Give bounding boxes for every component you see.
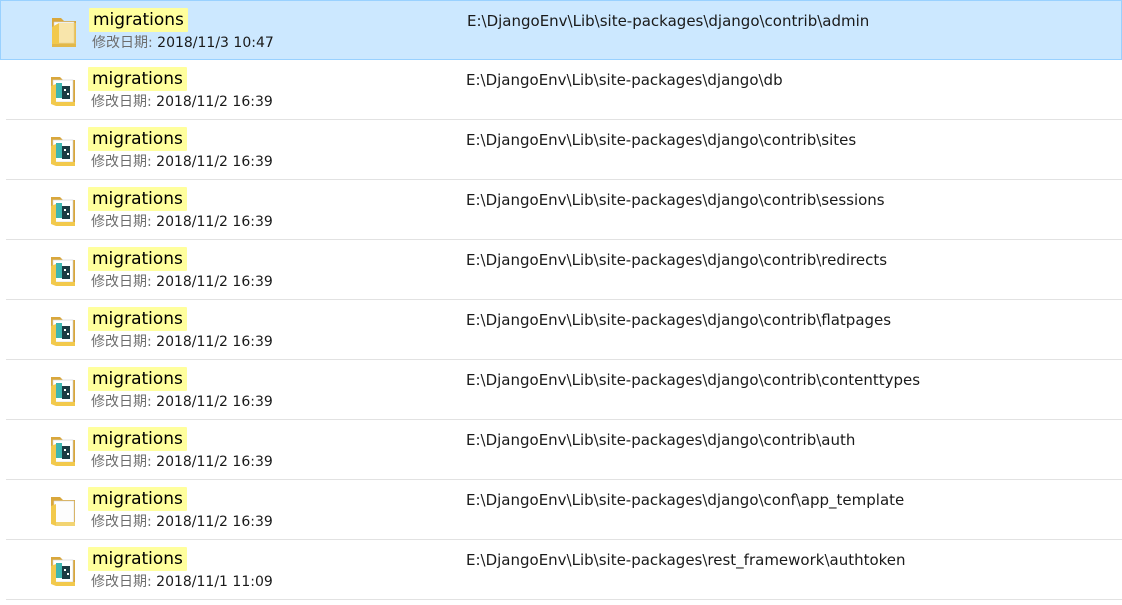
modified-date-label: 修改日期: bbox=[91, 94, 152, 110]
result-row[interactable]: migrations 修改日期: 2018/11/2 16:39 E:\Djan… bbox=[0, 420, 1122, 480]
modified-date-value: 2018/11/2 16:39 bbox=[156, 154, 273, 170]
modified-date: 修改日期: 2018/11/2 16:39 bbox=[91, 393, 273, 411]
result-row[interactable]: migrations 修改日期: 2018/11/2 16:39 E:\Djan… bbox=[0, 240, 1122, 300]
modified-date-value: 2018/11/2 16:39 bbox=[156, 94, 273, 110]
modified-date-value: 2018/11/2 16:39 bbox=[156, 454, 273, 470]
result-path: E:\DjangoEnv\Lib\site-packages\django\co… bbox=[466, 131, 857, 149]
modified-date: 修改日期: 2018/11/1 11:09 bbox=[91, 573, 273, 591]
modified-date-label: 修改日期: bbox=[91, 214, 152, 230]
result-path: E:\DjangoEnv\Lib\site-packages\django\co… bbox=[466, 251, 888, 269]
modified-date-label: 修改日期: bbox=[92, 35, 153, 51]
result-path: E:\DjangoEnv\Lib\site-packages\django\co… bbox=[466, 491, 905, 509]
result-row[interactable]: migrations 修改日期: 2018/11/2 16:39 E:\Djan… bbox=[0, 120, 1122, 180]
result-path: E:\DjangoEnv\Lib\site-packages\django\db bbox=[466, 71, 783, 89]
result-name: migrations bbox=[89, 8, 188, 32]
modified-date-label: 修改日期: bbox=[91, 454, 152, 470]
modified-date: 修改日期: 2018/11/2 16:39 bbox=[91, 453, 273, 471]
result-name: migrations bbox=[88, 487, 187, 511]
modified-date-value: 2018/11/2 16:39 bbox=[156, 274, 273, 290]
result-row[interactable]: migrations 修改日期: 2018/11/3 10:47 E:\Djan… bbox=[0, 0, 1122, 60]
modified-date-value: 2018/11/2 16:39 bbox=[156, 334, 273, 350]
result-row[interactable]: migrations 修改日期: 2018/11/2 16:39 E:\Djan… bbox=[0, 60, 1122, 120]
result-name: migrations bbox=[88, 427, 187, 451]
result-name: migrations bbox=[88, 247, 187, 271]
folder-python-icon bbox=[48, 552, 78, 588]
result-row[interactable]: migrations 修改日期: 2018/11/2 16:39 E:\Djan… bbox=[0, 480, 1122, 540]
modified-date: 修改日期: 2018/11/2 16:39 bbox=[91, 153, 273, 171]
folder-python-icon bbox=[48, 192, 78, 228]
modified-date-label: 修改日期: bbox=[91, 274, 152, 290]
folder-document-icon bbox=[48, 492, 78, 528]
folder-open-icon bbox=[49, 13, 79, 49]
modified-date: 修改日期: 2018/11/2 16:39 bbox=[91, 273, 273, 291]
result-name: migrations bbox=[88, 127, 187, 151]
modified-date-value: 2018/11/2 16:39 bbox=[156, 514, 273, 530]
result-name: migrations bbox=[88, 67, 187, 91]
search-results-list: migrations 修改日期: 2018/11/3 10:47 E:\Djan… bbox=[0, 0, 1122, 600]
result-row[interactable]: migrations 修改日期: 2018/11/2 16:39 E:\Djan… bbox=[0, 300, 1122, 360]
folder-python-icon bbox=[48, 132, 78, 168]
result-name: migrations bbox=[88, 367, 187, 391]
modified-date-label: 修改日期: bbox=[91, 334, 152, 350]
folder-python-icon bbox=[48, 312, 78, 348]
folder-python-icon bbox=[48, 372, 78, 408]
modified-date-value: 2018/11/1 11:09 bbox=[156, 574, 273, 590]
modified-date: 修改日期: 2018/11/2 16:39 bbox=[91, 513, 273, 531]
modified-date-value: 2018/11/2 16:39 bbox=[156, 394, 273, 410]
result-path: E:\DjangoEnv\Lib\site-packages\django\co… bbox=[467, 12, 870, 30]
modified-date-label: 修改日期: bbox=[91, 394, 152, 410]
modified-date-label: 修改日期: bbox=[91, 574, 152, 590]
result-name: migrations bbox=[88, 547, 187, 571]
result-path: E:\DjangoEnv\Lib\site-packages\rest_fram… bbox=[466, 551, 906, 569]
modified-date-label: 修改日期: bbox=[91, 154, 152, 170]
modified-date: 修改日期: 2018/11/2 16:39 bbox=[91, 93, 273, 111]
result-name: migrations bbox=[88, 307, 187, 331]
modified-date: 修改日期: 2018/11/2 16:39 bbox=[91, 333, 273, 351]
result-name: migrations bbox=[88, 187, 187, 211]
folder-python-icon bbox=[48, 252, 78, 288]
result-path: E:\DjangoEnv\Lib\site-packages\django\co… bbox=[466, 311, 892, 329]
folder-python-icon bbox=[48, 72, 78, 108]
result-row[interactable]: migrations 修改日期: 2018/11/1 11:09 E:\Djan… bbox=[0, 540, 1122, 600]
result-row[interactable]: migrations 修改日期: 2018/11/2 16:39 E:\Djan… bbox=[0, 360, 1122, 420]
modified-date-label: 修改日期: bbox=[91, 514, 152, 530]
row-divider bbox=[6, 599, 1122, 600]
modified-date: 修改日期: 2018/11/3 10:47 bbox=[92, 34, 274, 52]
result-path: E:\DjangoEnv\Lib\site-packages\django\co… bbox=[466, 371, 921, 389]
result-path: E:\DjangoEnv\Lib\site-packages\django\co… bbox=[466, 431, 856, 449]
folder-python-icon bbox=[48, 432, 78, 468]
modified-date-value: 2018/11/3 10:47 bbox=[157, 35, 274, 51]
result-path: E:\DjangoEnv\Lib\site-packages\django\co… bbox=[466, 191, 885, 209]
modified-date: 修改日期: 2018/11/2 16:39 bbox=[91, 213, 273, 231]
result-row[interactable]: migrations 修改日期: 2018/11/2 16:39 E:\Djan… bbox=[0, 180, 1122, 240]
modified-date-value: 2018/11/2 16:39 bbox=[156, 214, 273, 230]
